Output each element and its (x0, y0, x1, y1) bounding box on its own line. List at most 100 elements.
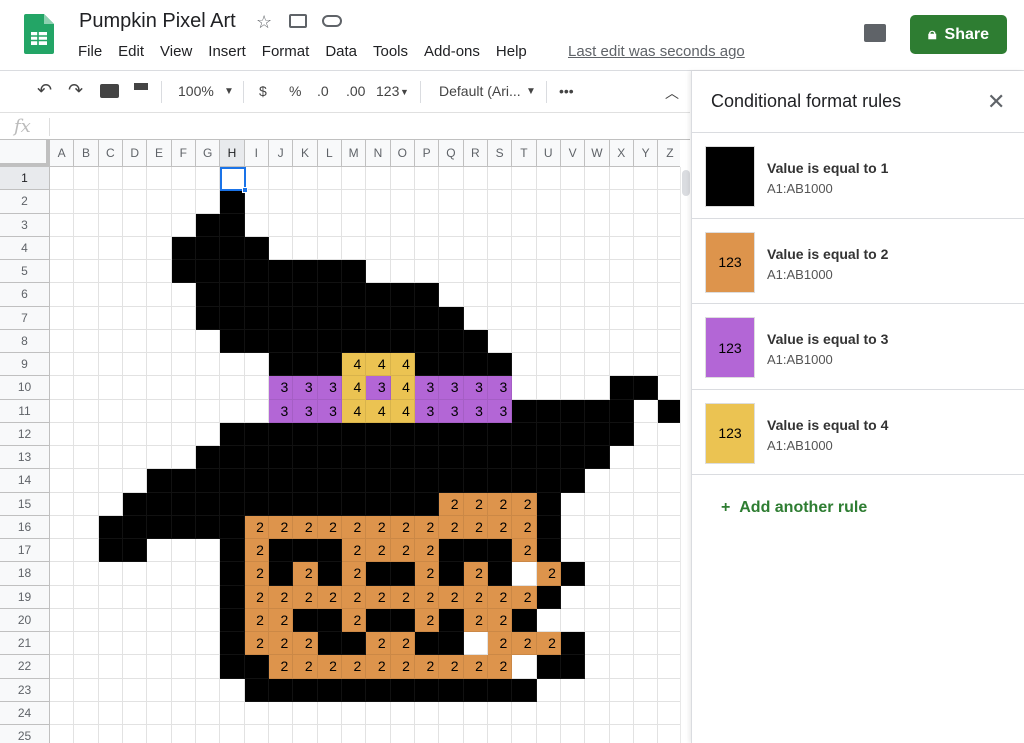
cell-H14[interactable]: 1 (220, 469, 245, 493)
cell-O17[interactable]: 2 (390, 539, 415, 563)
cell-J20[interactable]: 2 (268, 608, 294, 632)
cell-D6[interactable] (122, 283, 148, 307)
cell-D2[interactable] (122, 190, 148, 214)
cell-G9[interactable] (195, 353, 221, 377)
cell-P23[interactable]: 1 (414, 678, 440, 702)
cell-F2[interactable] (171, 190, 196, 214)
cell-Z9[interactable] (658, 353, 680, 377)
cell-E3[interactable] (147, 213, 172, 237)
cell-T15[interactable]: 2 (512, 492, 537, 516)
select-all-corner[interactable] (0, 140, 50, 167)
cell-B17[interactable] (74, 539, 99, 563)
cell-C5[interactable] (98, 260, 123, 284)
cell-Q16[interactable]: 2 (439, 515, 464, 539)
cell-P13[interactable]: 1 (414, 446, 440, 470)
cell-M21[interactable]: 1 (341, 632, 367, 656)
cell-T1[interactable] (512, 167, 537, 191)
collapse-toolbar-icon[interactable]: ︿ (665, 83, 679, 103)
cell-T23[interactable]: 1 (512, 678, 537, 702)
cell-Y13[interactable] (633, 446, 659, 470)
more-formats-button[interactable]: 123 (376, 83, 399, 99)
cell-W7[interactable] (585, 306, 610, 330)
cell-I1[interactable] (244, 167, 269, 191)
star-icon[interactable]: ☆ (256, 12, 272, 33)
more-icon[interactable]: ••• (559, 83, 574, 99)
cell-M24[interactable] (341, 701, 367, 725)
cell-V10[interactable] (560, 376, 586, 400)
cell-T20[interactable]: 1 (512, 608, 537, 632)
cell-A2[interactable] (50, 190, 75, 214)
column-header[interactable]: O (390, 140, 415, 167)
cell-H8[interactable]: 1 (220, 329, 245, 353)
cell-W13[interactable]: 1 (585, 446, 610, 470)
cell-C21[interactable] (98, 632, 123, 656)
cell-P7[interactable]: 1 (414, 306, 440, 330)
cell-Y11[interactable] (633, 399, 659, 423)
cell-Y3[interactable] (633, 213, 659, 237)
cell-Y21[interactable] (633, 632, 659, 656)
cell-G24[interactable] (195, 701, 221, 725)
cell-Y9[interactable] (633, 353, 659, 377)
row-header[interactable]: 6 (0, 283, 50, 307)
cell-L18[interactable]: 1 (317, 562, 342, 586)
cell-X6[interactable] (609, 283, 634, 307)
cell-A8[interactable] (50, 329, 75, 353)
cell-U12[interactable]: 1 (536, 422, 561, 446)
cell-S23[interactable]: 1 (487, 678, 513, 702)
cell-H4[interactable]: 1 (220, 236, 245, 260)
cell-P2[interactable] (414, 190, 440, 214)
cell-H22[interactable]: 1 (220, 655, 245, 679)
cell-D13[interactable] (122, 446, 148, 470)
cell-P4[interactable] (414, 236, 440, 260)
cell-G15[interactable]: 1 (195, 492, 221, 516)
row-header[interactable]: 20 (0, 608, 50, 632)
cell-E9[interactable] (147, 353, 172, 377)
cell-J2[interactable] (268, 190, 294, 214)
cell-H17[interactable]: 1 (220, 539, 245, 563)
cell-X16[interactable] (609, 515, 634, 539)
cell-A18[interactable] (50, 562, 75, 586)
row-header[interactable]: 4 (0, 236, 50, 260)
cell-E1[interactable] (147, 167, 172, 191)
cell-K14[interactable]: 1 (293, 469, 318, 493)
cell-H18[interactable]: 1 (220, 562, 245, 586)
cell-Y4[interactable] (633, 236, 659, 260)
cell-S12[interactable]: 1 (487, 422, 513, 446)
cell-V3[interactable] (560, 213, 586, 237)
cell-Q25[interactable] (439, 725, 464, 743)
cell-Q7[interactable]: 1 (439, 306, 464, 330)
cell-P10[interactable]: 3 (414, 376, 440, 400)
column-header[interactable]: N (366, 140, 391, 167)
cell-U3[interactable] (536, 213, 561, 237)
cell-Q8[interactable]: 1 (439, 329, 464, 353)
cell-U7[interactable] (536, 306, 561, 330)
cell-F5[interactable]: 1 (171, 260, 196, 284)
cell-S13[interactable]: 1 (487, 446, 513, 470)
cell-Z8[interactable] (658, 330, 680, 353)
cell-J5[interactable]: 1 (268, 260, 294, 284)
cell-U5[interactable] (536, 260, 561, 284)
scrollbar-thumb[interactable] (682, 170, 690, 196)
cell-V9[interactable] (560, 353, 586, 377)
cell-Y17[interactable] (633, 539, 659, 563)
cell-G5[interactable]: 1 (195, 260, 221, 284)
cell-Q19[interactable]: 2 (439, 585, 464, 609)
cell-H3[interactable]: 1 (220, 213, 245, 237)
cell-Y23[interactable] (633, 678, 659, 702)
cell-W6[interactable] (585, 283, 610, 307)
cell-N20[interactable]: 1 (366, 608, 391, 632)
cell-G20[interactable] (195, 608, 221, 632)
cell-Y7[interactable] (633, 306, 659, 330)
cell-I22[interactable]: 1 (244, 655, 269, 679)
row-header[interactable]: 3 (0, 213, 50, 237)
cell-D20[interactable] (122, 608, 148, 632)
cell-D7[interactable] (122, 306, 148, 330)
cell-U23[interactable] (536, 678, 561, 702)
cell-C23[interactable] (98, 678, 123, 702)
cell-K11[interactable]: 3 (293, 399, 318, 423)
cell-C25[interactable] (99, 725, 123, 743)
cell-O4[interactable] (390, 236, 415, 260)
cell-R12[interactable]: 1 (463, 422, 488, 446)
cell-R7[interactable] (463, 306, 488, 330)
cell-L25[interactable] (318, 725, 342, 743)
